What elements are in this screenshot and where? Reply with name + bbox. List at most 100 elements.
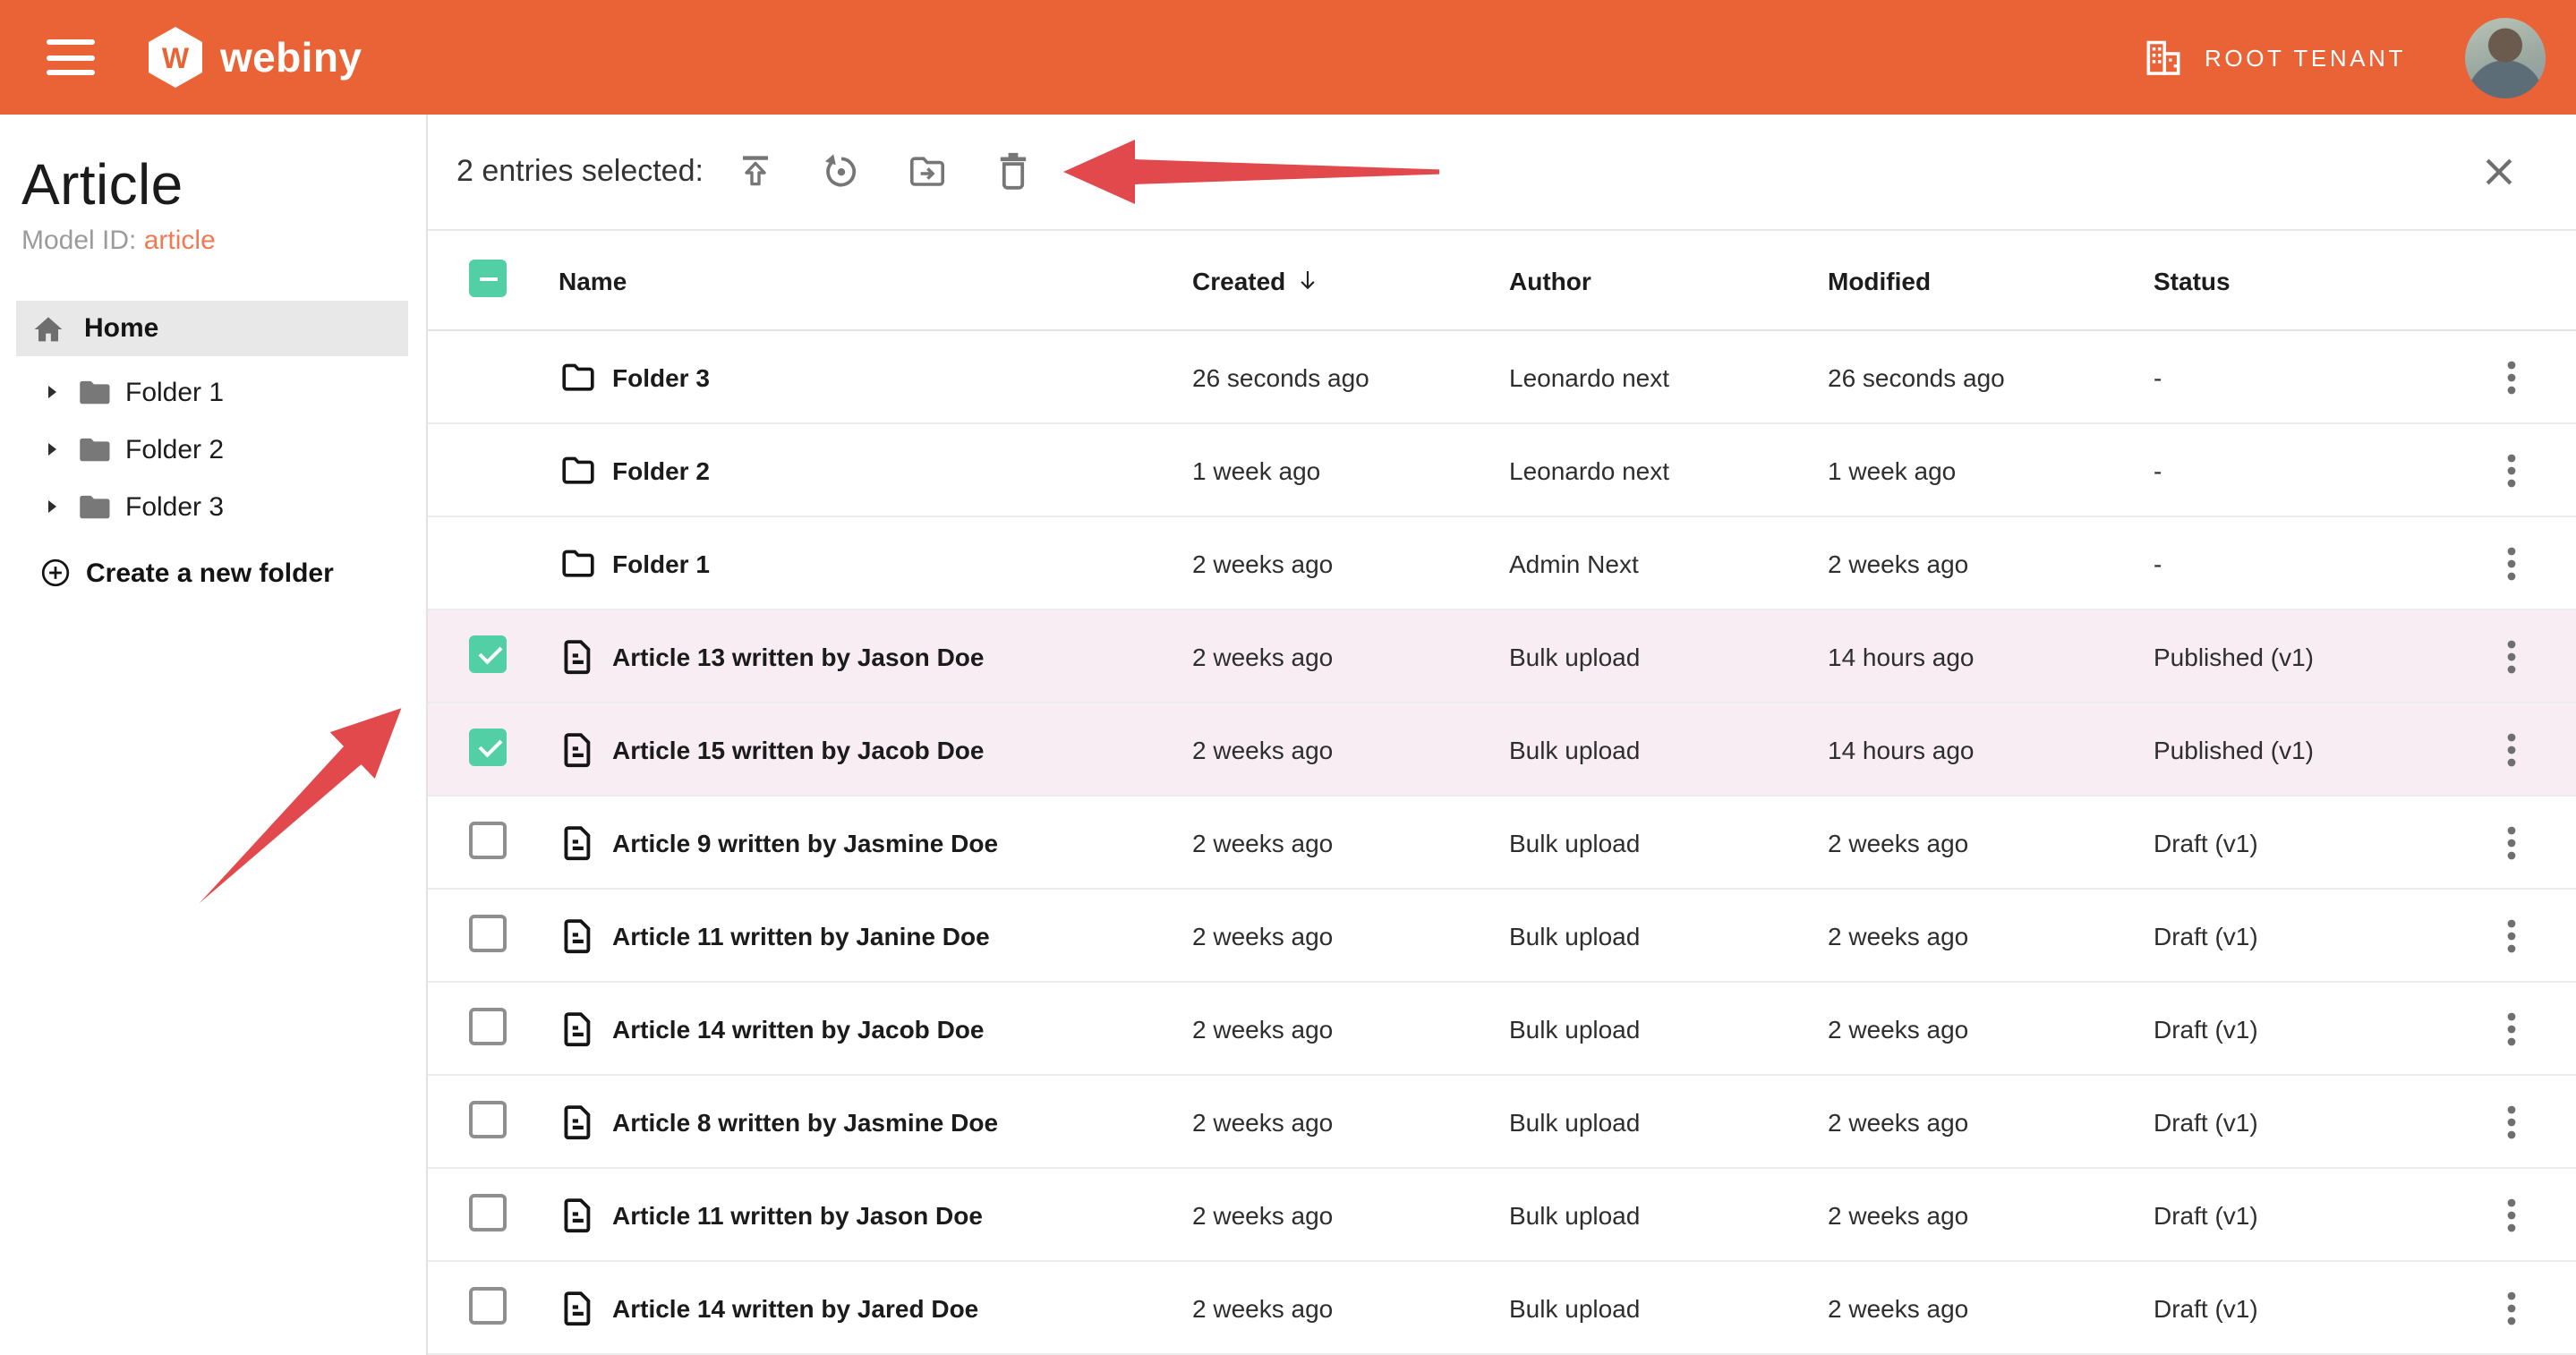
status-cell: Published (v1) <box>2154 735 2447 763</box>
row-checkbox[interactable] <box>469 914 507 951</box>
table-row[interactable]: Article 9 written by Jasmine Doe 2 weeks… <box>428 797 2576 890</box>
delete-button[interactable] <box>990 149 1036 195</box>
status-cell: Draft (v1) <box>2154 1200 2447 1229</box>
row-checkbox[interactable] <box>469 728 507 765</box>
modified-cell: 2 weeks ago <box>1828 1200 2154 1229</box>
table-row[interactable]: Article 8 written by Jasmine Doe 2 weeks… <box>428 1076 2576 1169</box>
entry-name[interactable]: Folder 3 <box>612 362 710 391</box>
sidebar-item-folder-2[interactable]: Folder 2 <box>0 421 426 478</box>
publish-button[interactable] <box>732 149 779 195</box>
publish-icon <box>734 150 777 193</box>
created-cell: 2 weeks ago <box>1192 549 1509 577</box>
user-avatar[interactable] <box>2465 17 2546 98</box>
expand-caret-icon[interactable] <box>41 496 63 517</box>
entry-name[interactable]: Article 15 written by Jacob Doe <box>612 735 984 763</box>
entry-name[interactable]: Article 9 written by Jasmine Doe <box>612 828 998 856</box>
modified-cell: 14 hours ago <box>1828 735 2154 763</box>
row-checkbox[interactable] <box>469 1007 507 1044</box>
created-cell: 26 seconds ago <box>1192 362 1509 391</box>
entry-name[interactable]: Article 14 written by Jacob Doe <box>612 1014 984 1043</box>
table-row[interactable]: Article 15 written by Jacob Doe 2 weeks … <box>428 703 2576 797</box>
author-cell: Bulk upload <box>1509 1200 1828 1229</box>
table-header: Name Created Author Modified <box>428 231 2576 331</box>
folder-tree: Folder 1 Folder 2 <box>0 363 426 535</box>
table-row[interactable]: Article 14 written by Jared Doe 2 weeks … <box>428 1262 2576 1355</box>
column-header-created[interactable]: Created <box>1192 266 1509 294</box>
document-icon <box>559 916 598 955</box>
status-cell: Published (v1) <box>2154 642 2447 670</box>
close-icon <box>2479 152 2519 192</box>
column-header-status[interactable]: Status <box>2154 266 2447 294</box>
modified-cell: 2 weeks ago <box>1828 828 2154 856</box>
row-actions-menu-button[interactable] <box>2490 819 2533 865</box>
folder-label: Folder 2 <box>125 434 224 464</box>
expand-caret-icon[interactable] <box>41 381 63 403</box>
webiny-brand[interactable]: W webiny <box>143 25 362 89</box>
row-actions-menu-button[interactable] <box>2490 540 2533 586</box>
close-selection-button[interactable] <box>2476 149 2522 195</box>
table-row[interactable]: Folder 1 2 weeks ago Admin Next 2 weeks … <box>428 517 2576 610</box>
entry-name[interactable]: Folder 2 <box>612 456 710 484</box>
entry-name[interactable]: Folder 1 <box>612 549 710 577</box>
entry-name[interactable]: Article 13 written by Jason Doe <box>612 642 984 670</box>
row-actions-menu-button[interactable] <box>2490 1191 2533 1238</box>
model-id-label: Model ID: <box>21 226 136 256</box>
sidebar-home-label: Home <box>84 313 158 344</box>
sidebar-item-folder-1[interactable]: Folder 1 <box>0 363 426 421</box>
status-cell: - <box>2154 456 2447 484</box>
modified-cell: 14 hours ago <box>1828 642 2154 670</box>
column-header-name[interactable]: Name <box>542 266 1192 294</box>
author-cell: Leonardo next <box>1509 362 1828 391</box>
entry-name[interactable]: Article 11 written by Jason Doe <box>612 1200 983 1229</box>
row-actions-menu-button[interactable] <box>2490 1098 2533 1145</box>
status-cell: - <box>2154 549 2447 577</box>
row-checkbox[interactable] <box>469 1100 507 1138</box>
table-row[interactable]: Article 11 written by Jason Doe 2 weeks … <box>428 1169 2576 1262</box>
model-id: Model ID: article <box>21 226 426 256</box>
column-header-author[interactable]: Author <box>1509 266 1828 294</box>
column-header-modified[interactable]: Modified <box>1828 266 2154 294</box>
bulk-actions-toolbar: 2 entries selected: <box>428 115 2576 231</box>
document-icon <box>559 636 598 676</box>
table-row[interactable]: Folder 3 26 seconds ago Leonardo next 26… <box>428 331 2576 424</box>
row-actions-menu-button[interactable] <box>2490 354 2533 400</box>
entry-name[interactable]: Article 8 written by Jasmine Doe <box>612 1107 998 1136</box>
entry-name[interactable]: Article 14 written by Jared Doe <box>612 1293 978 1322</box>
table-row[interactable]: Article 11 written by Janine Doe 2 weeks… <box>428 890 2576 983</box>
sidebar-item-home[interactable]: Home <box>16 301 408 356</box>
sidebar: Article Model ID: article Home <box>0 115 428 1355</box>
author-cell: Bulk upload <box>1509 642 1828 670</box>
status-cell: Draft (v1) <box>2154 921 2447 950</box>
table-row[interactable]: Article 13 written by Jason Doe 2 weeks … <box>428 610 2576 703</box>
row-actions-menu-button[interactable] <box>2490 633 2533 679</box>
table-row[interactable]: Article 14 written by Jacob Doe 2 weeks … <box>428 983 2576 1076</box>
created-cell: 2 weeks ago <box>1192 735 1509 763</box>
row-actions-menu-button[interactable] <box>2490 1005 2533 1052</box>
row-checkbox[interactable] <box>469 1286 507 1324</box>
author-cell: Bulk upload <box>1509 735 1828 763</box>
row-actions-menu-button[interactable] <box>2490 447 2533 493</box>
create-folder-button[interactable]: Create a new folder <box>0 546 345 600</box>
status-cell: Draft (v1) <box>2154 1014 2447 1043</box>
menu-button[interactable] <box>47 39 95 75</box>
author-cell: Bulk upload <box>1509 1293 1828 1322</box>
row-checkbox[interactable] <box>469 1193 507 1231</box>
author-cell: Admin Next <box>1509 549 1828 577</box>
folder-icon <box>75 430 113 468</box>
document-icon <box>559 1288 598 1327</box>
row-actions-menu-button[interactable] <box>2490 726 2533 772</box>
row-checkbox[interactable] <box>469 635 507 672</box>
row-actions-menu-button[interactable] <box>2490 1284 2533 1331</box>
webiny-admin-app: W webiny <box>0 0 2576 1355</box>
unpublish-button[interactable] <box>818 149 865 195</box>
document-icon <box>559 1195 598 1234</box>
expand-caret-icon[interactable] <box>41 439 63 460</box>
tenant-selector[interactable]: ROOT TENANT <box>2129 33 2417 81</box>
table-row[interactable]: Folder 2 1 week ago Leonardo next 1 week… <box>428 424 2576 517</box>
row-actions-menu-button[interactable] <box>2490 912 2533 959</box>
select-all-checkbox[interactable] <box>469 259 507 296</box>
row-checkbox[interactable] <box>469 821 507 858</box>
entry-name[interactable]: Article 11 written by Janine Doe <box>612 921 990 950</box>
sidebar-item-folder-3[interactable]: Folder 3 <box>0 478 426 535</box>
move-to-folder-button[interactable] <box>904 149 951 195</box>
